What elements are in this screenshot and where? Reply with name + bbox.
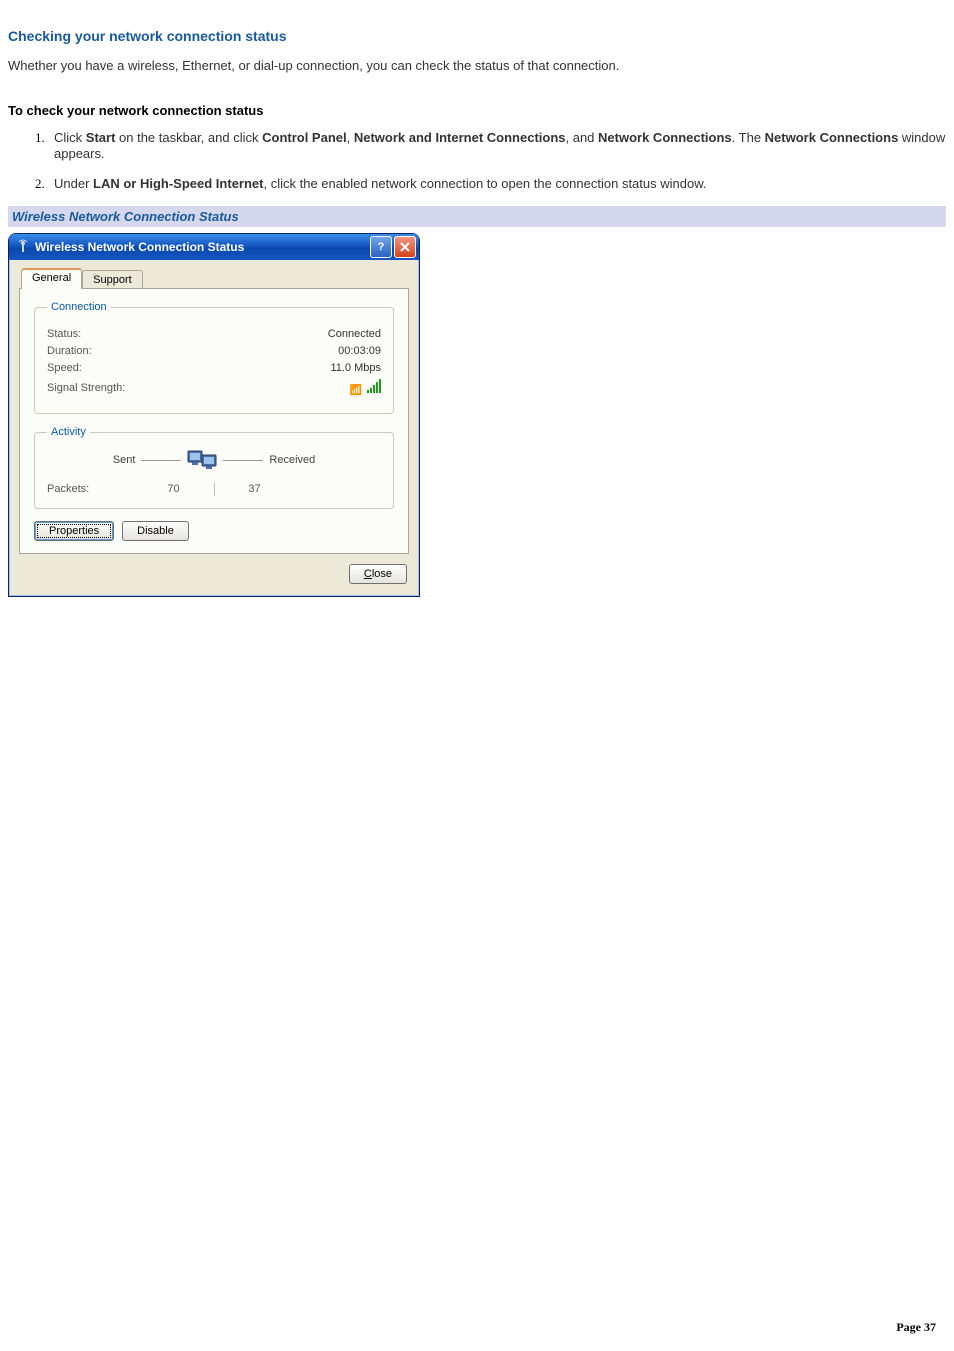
duration-label: Duration:: [47, 345, 92, 357]
close-button-rest: lose: [372, 568, 392, 580]
network-activity-icon: [187, 448, 217, 472]
intro-paragraph: Whether you have a wireless, Ethernet, o…: [8, 58, 946, 73]
properties-button[interactable]: Properties: [34, 521, 114, 541]
page-heading: Checking your network connection status: [8, 28, 946, 44]
speed-label: Speed:: [47, 362, 82, 374]
connection-group: Connection Status: Connected Duration: 0…: [34, 301, 394, 414]
status-label: Status:: [47, 328, 81, 340]
screenshot-caption-bar: Wireless Network Connection Status: [8, 206, 946, 227]
packets-received-value: 37: [215, 483, 295, 495]
packets-sent-value: 70: [134, 483, 214, 495]
divider-line: [223, 460, 263, 461]
signal-label: Signal Strength:: [47, 382, 125, 394]
tab-general[interactable]: General: [21, 268, 82, 289]
tab-support[interactable]: Support: [82, 270, 143, 289]
step-item: Under LAN or High-Speed Internet, click …: [48, 176, 946, 192]
activity-legend: Activity: [47, 426, 90, 438]
dialog-tabs: General Support: [21, 268, 409, 289]
duration-value: 00:03:09: [338, 345, 381, 357]
activity-group: Activity Sent: [34, 426, 394, 509]
titlebar-close-button[interactable]: [394, 236, 416, 258]
page-number: Page 37: [896, 1320, 936, 1335]
packets-label: Packets:: [47, 483, 134, 495]
dialog-title: Wireless Network Connection Status: [35, 240, 244, 254]
help-button[interactable]: ?: [370, 236, 392, 258]
tab-panel-general: Connection Status: Connected Duration: 0…: [19, 288, 409, 554]
steps-list: Click Start on the taskbar, and click Co…: [8, 130, 946, 192]
close-button[interactable]: Close: [349, 564, 407, 584]
dialog-titlebar: Wireless Network Connection Status ?: [9, 234, 419, 260]
divider-line: [141, 460, 181, 461]
status-value: Connected: [328, 328, 381, 340]
signal-strength-icon: 📶: [349, 379, 381, 396]
connection-status-dialog: Wireless Network Connection Status ? Gen…: [8, 233, 420, 597]
speed-value: 11.0 Mbps: [330, 362, 381, 374]
step-item: Click Start on the taskbar, and click Co…: [48, 130, 946, 162]
wireless-icon: [15, 239, 31, 255]
received-label: Received: [269, 454, 315, 466]
connection-legend: Connection: [47, 301, 111, 313]
steps-heading: To check your network connection status: [8, 103, 946, 118]
disable-button[interactable]: Disable: [122, 521, 189, 541]
sent-label: Sent: [113, 454, 136, 466]
